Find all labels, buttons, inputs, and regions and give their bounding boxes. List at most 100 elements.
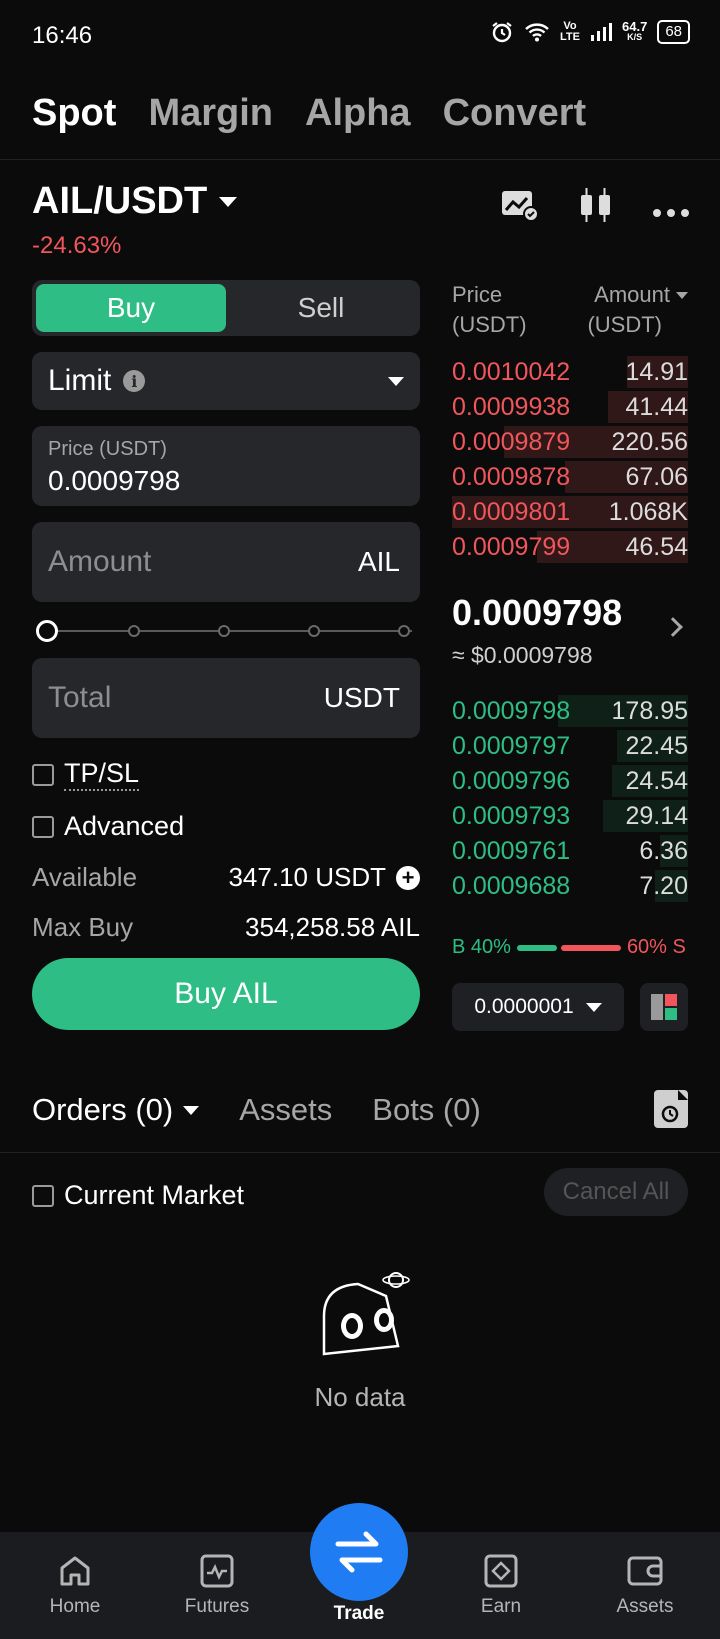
swap-icon	[335, 1531, 383, 1573]
alarm-icon	[490, 20, 514, 44]
pair-selector[interactable]: AIL/USDT	[32, 180, 238, 223]
current-market-checkbox[interactable]	[32, 1184, 54, 1207]
buy-ail-button[interactable]: Buy AIL	[32, 958, 420, 1030]
max-buy-value: 354,258.58 AIL	[245, 912, 420, 942]
tab-bots[interactable]: Bots (0)	[372, 1092, 481, 1128]
advanced-checkbox[interactable]	[32, 815, 54, 838]
candlestick-chart-icon[interactable]	[578, 186, 614, 232]
bid-row[interactable]: 0.0009761 6.36	[452, 833, 688, 869]
bid-row[interactable]: 0.0009688 7.20	[452, 868, 688, 904]
available-row: Available 347.10 USDT +	[32, 862, 420, 893]
market-type-tabs: Spot Margin Alpha Convert	[32, 92, 586, 135]
earn-icon	[484, 1554, 518, 1588]
bid-price: 0.0009688	[452, 871, 571, 900]
amount-input[interactable]: Amount AIL	[32, 522, 420, 602]
slider-step-100[interactable]	[398, 625, 410, 637]
info-icon[interactable]: i	[123, 370, 146, 392]
ask-price: 0.0009879	[452, 427, 571, 456]
tpsl-label: TP/SL	[64, 758, 140, 791]
nav-futures[interactable]: Futures	[162, 1554, 272, 1618]
ob-price-header: Price (USDT)	[452, 282, 527, 337]
amount-slider[interactable]	[36, 620, 416, 642]
sell-tab[interactable]: Sell	[226, 284, 416, 332]
bid-row[interactable]: 0.0009797 22.45	[452, 728, 688, 764]
ask-row[interactable]: 0.0009799 46.54	[452, 529, 688, 565]
orders-tabs: Orders (0) Assets Bots (0)	[32, 1092, 481, 1128]
ask-price: 0.0009799	[452, 532, 571, 561]
ask-row[interactable]: 0.0010042 14.91	[452, 354, 688, 390]
tab-orders[interactable]: Orders (0)	[32, 1092, 200, 1128]
advanced-label: Advanced	[64, 811, 185, 841]
amount-placeholder: Amount	[48, 545, 152, 578]
orders-divider	[0, 1152, 720, 1153]
available-value: 347.10 USDT	[228, 862, 386, 892]
buy-ratio-bar	[516, 944, 557, 951]
last-price[interactable]: 0.0009798	[452, 592, 622, 634]
current-market-label: Current Market	[64, 1180, 245, 1210]
tab-assets[interactable]: Assets	[239, 1092, 332, 1128]
home-icon	[60, 1556, 90, 1586]
bid-price: 0.0009761	[452, 836, 571, 865]
binoculars-icon	[318, 1268, 410, 1360]
tab-convert[interactable]: Convert	[443, 92, 587, 135]
bid-amount: 24.54	[625, 766, 688, 795]
slider-step-25[interactable]	[128, 625, 140, 637]
bid-row[interactable]: 0.0009793 29.14	[452, 798, 688, 834]
tpsl-checkbox[interactable]	[32, 763, 54, 786]
tab-margin[interactable]: Margin	[148, 92, 273, 135]
bid-amount: 7.20	[639, 871, 688, 900]
ask-price: 0.0009878	[452, 462, 571, 491]
slider-knob[interactable]	[36, 620, 58, 642]
nav-earn[interactable]: Earn	[446, 1554, 556, 1618]
chevron-right-icon[interactable]	[663, 617, 683, 637]
ask-row[interactable]: 0.0009878 67.06	[452, 459, 688, 495]
ob-amount-header[interactable]: Amount (USDT)	[578, 280, 688, 340]
order-type-select[interactable]: Limit i	[32, 352, 420, 410]
cancel-all-button[interactable]: Cancel All	[544, 1168, 688, 1216]
book-layout-icon	[651, 994, 677, 1020]
tab-spot[interactable]: Spot	[32, 92, 116, 135]
ask-amount: 220.56	[611, 427, 688, 456]
clock: 16:46	[32, 22, 93, 49]
tab-alpha[interactable]: Alpha	[305, 92, 411, 135]
sell-ratio-label: 60% S	[626, 936, 686, 958]
price-input[interactable]: Price (USDT) 0.0009798	[32, 426, 420, 506]
current-market-option[interactable]: Current Market	[32, 1180, 244, 1211]
status-icons: Vo LTE 64.7 K/S 68	[490, 20, 690, 44]
ask-row[interactable]: 0.0009879 220.56	[452, 424, 688, 460]
bid-amount: 22.45	[625, 731, 688, 760]
book-layout-button[interactable]	[640, 983, 688, 1031]
last-price-usd: ≈ $0.0009798	[452, 642, 593, 668]
amount-unit: AIL	[357, 546, 400, 577]
chevron-down-icon	[219, 196, 238, 207]
pair-symbol: AIL/USDT	[32, 180, 208, 222]
ask-row[interactable]: 0.0009938 41.44	[452, 389, 688, 425]
tpsl-option[interactable]: TP/SL	[32, 758, 140, 791]
order-history-icon[interactable]	[654, 1090, 688, 1128]
total-input[interactable]: Total USDT	[32, 658, 420, 738]
slider-step-50[interactable]	[218, 625, 230, 637]
advanced-option[interactable]: Advanced	[32, 811, 184, 842]
ask-amount: 1.068K	[608, 497, 688, 526]
signal-icon	[590, 22, 612, 42]
max-buy-label: Max Buy	[32, 912, 134, 942]
ask-row[interactable]: 0.0009801 1.068K	[452, 494, 688, 530]
nav-trade-button[interactable]	[310, 1503, 408, 1601]
more-icon[interactable]	[652, 192, 690, 226]
bid-price: 0.0009798	[452, 696, 571, 725]
nav-assets[interactable]: Assets	[590, 1554, 700, 1618]
buy-tab[interactable]: Buy	[36, 284, 226, 332]
bid-row[interactable]: 0.0009798 178.95	[452, 693, 688, 729]
ask-amount: 14.91	[625, 357, 688, 386]
add-funds-icon[interactable]: +	[396, 865, 420, 890]
price-input-value: 0.0009798	[48, 465, 181, 496]
chevron-down-icon	[585, 1002, 602, 1012]
volte-indicator: Vo LTE	[560, 20, 580, 43]
nav-home[interactable]: Home	[20, 1554, 130, 1618]
slider-step-75[interactable]	[308, 625, 320, 637]
wallet-icon	[627, 1556, 663, 1586]
header-actions	[500, 186, 690, 232]
tick-size-select[interactable]: 0.0000001	[452, 983, 624, 1031]
bid-row[interactable]: 0.0009796 24.54	[452, 763, 688, 799]
price-alert-icon[interactable]	[500, 188, 540, 230]
